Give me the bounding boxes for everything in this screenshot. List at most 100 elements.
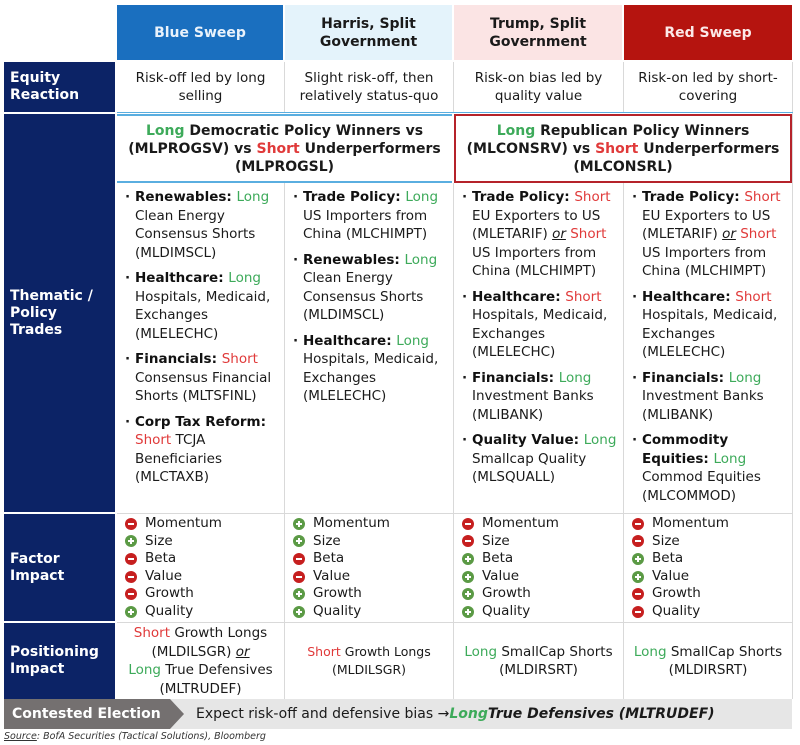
factor-item: Momentum xyxy=(125,515,284,533)
republican-policy-banner: Long Republican Policy Winners (MLCONSRV… xyxy=(454,114,792,183)
short-label: Short xyxy=(221,351,258,367)
bullet-text: Hospitals, Medicaid, Exchanges (MLELECHC… xyxy=(642,307,778,360)
short-label: Short xyxy=(574,189,611,205)
bullet-dot: · xyxy=(632,369,638,386)
short-label: Short xyxy=(135,432,172,448)
factor-name: Growth xyxy=(652,585,701,602)
or-label: or xyxy=(552,226,566,242)
bullet-colon: : xyxy=(718,369,729,386)
row-label-factor-impact: Factor Impact xyxy=(4,514,115,621)
bullet-dot: · xyxy=(462,369,468,386)
factor-item: Growth xyxy=(125,585,284,603)
equity-reaction-blue: Risk-off led by long selling xyxy=(135,69,266,105)
bullet-dot: · xyxy=(125,351,131,367)
bullet-dot: · xyxy=(462,288,468,305)
bullet-topic: Healthcare xyxy=(472,288,556,305)
thematic-bullet: · Healthcare: Short Hospitals, Medicaid, … xyxy=(462,288,619,362)
short-label: Short xyxy=(307,643,341,659)
bullet-text: Hospitals, Medicaid, Exchanges (MLELECHC… xyxy=(135,288,271,342)
factor-name: Quality xyxy=(145,602,194,619)
thematic-bullet: · Trade Policy: Short EU Exporters to US … xyxy=(462,188,619,281)
factor-name: Size xyxy=(145,532,173,549)
factor-item: Size xyxy=(125,533,284,551)
bullet-dot: · xyxy=(293,332,299,349)
bullet-colon: : xyxy=(218,270,229,286)
bullet-colon: : xyxy=(555,288,566,305)
divider xyxy=(117,513,793,514)
minus-circle-icon xyxy=(293,570,305,583)
bullet-text: Investment Banks (MLIBANK) xyxy=(642,388,764,423)
minus-circle-icon xyxy=(462,517,474,530)
factor-item: Size xyxy=(632,533,792,551)
bullet-text: US Importers from China (MLCHIMPT) xyxy=(472,244,597,280)
positioning-blue: Short Growth Longs (MLDILSGR) or Long Tr… xyxy=(117,623,284,699)
bullet-topic: Quality Value xyxy=(472,432,574,448)
long-label: Long xyxy=(633,643,667,660)
bullet-dot: · xyxy=(293,251,299,268)
plus-circle-icon xyxy=(462,570,474,583)
factor-item: Momentum xyxy=(293,515,453,533)
long-label: Long xyxy=(128,662,161,678)
bullet-topic: Financials xyxy=(642,369,719,386)
factor-name: Quality xyxy=(482,602,531,619)
short-label: Short xyxy=(740,226,777,242)
factor-name: Beta xyxy=(652,550,684,567)
bullet-dot: · xyxy=(462,189,468,205)
thematic-bullet: · Financials: Short Consensus Financial S… xyxy=(125,350,280,406)
factor-list-blue: Momentum Size Beta Value Growth Quality xyxy=(117,515,284,621)
bullet-topic: Healthcare xyxy=(135,270,219,286)
short-label: Short xyxy=(133,625,171,641)
thematic-bullet: · Financials: Long Investment Banks (MLIB… xyxy=(462,369,619,425)
bullet-text: US Importers from China (MLCHIMPT) xyxy=(642,244,767,280)
minus-circle-icon xyxy=(125,588,137,601)
long-label: Long xyxy=(558,369,592,386)
row-label-positioning-impact: Positioning Impact xyxy=(4,623,115,699)
short-label: Short xyxy=(744,189,781,205)
bullet-text: Commod Equities (MLCOMMOD) xyxy=(642,469,761,504)
thematic-bullet: · Corp Tax Reform: Short TCJA Beneficiari… xyxy=(125,413,280,487)
factor-name: Value xyxy=(482,567,520,584)
bullet-text: Investment Banks (MLIBANK) xyxy=(472,388,594,423)
factor-item: Value xyxy=(462,568,623,586)
positioning-text: SmallCap Shorts (MLDIRSRT) xyxy=(666,643,783,679)
bullet-colon: : xyxy=(725,288,736,305)
bullet-topic: Trade Policy xyxy=(642,189,735,205)
column-header-blue-sweep: Blue Sweep xyxy=(117,5,283,60)
thematic-bullet: · Healthcare: Short Hospitals, Medicaid, … xyxy=(632,288,788,362)
factor-name: Beta xyxy=(145,550,177,567)
factor-name: Size xyxy=(313,532,341,549)
positioning-red: Long SmallCap Shorts (MLDIRSRT) xyxy=(624,623,792,699)
minus-circle-icon xyxy=(125,517,137,530)
bullet-colon: : xyxy=(394,251,405,268)
row-label-text: Thematic / Policy Trades xyxy=(10,287,93,338)
bullet-colon: : xyxy=(211,351,222,367)
long-label: Long xyxy=(396,332,429,349)
long-label: Long xyxy=(449,706,488,722)
thematic-bullet: · Quality Value: Long Smallcap Quality (M… xyxy=(462,431,619,487)
bullet-topic: Trade Policy xyxy=(472,189,565,205)
long-label: Long xyxy=(496,122,536,139)
contested-election-text: Expect risk-off and defensive bias → Lon… xyxy=(196,699,715,729)
factor-item: Value xyxy=(632,568,792,586)
democratic-policy-banner: Long Democratic Policy Winners vs (MLPRO… xyxy=(117,114,452,183)
thematic-bullet: · Renewables: Long Clean Energy Consensus… xyxy=(125,188,280,262)
minus-circle-icon xyxy=(632,588,644,601)
plus-circle-icon xyxy=(462,605,474,618)
bullet-topic: Healthcare xyxy=(642,288,726,305)
factor-name: Momentum xyxy=(313,515,390,531)
plus-circle-icon xyxy=(125,605,137,618)
factor-name: Quality xyxy=(652,602,701,619)
plus-circle-icon xyxy=(293,535,305,548)
bullet-colon: : xyxy=(226,189,237,205)
factor-name: Quality xyxy=(313,602,362,619)
column-header-trump-split: Trump, Split Government xyxy=(454,5,622,60)
factor-item: Quality xyxy=(632,603,792,621)
plus-circle-icon xyxy=(293,517,305,530)
bullet-text: US Importers from China (MLCHIMPT) xyxy=(303,207,428,243)
or-label: or xyxy=(722,226,736,242)
minus-circle-icon xyxy=(125,552,137,565)
short-label: Short xyxy=(256,140,300,157)
thematic-bullet: · Trade Policy: Short EU Exporters to US … xyxy=(632,188,788,281)
factor-name: Size xyxy=(652,532,680,549)
equity-reaction-red: Risk-on led by short-covering xyxy=(638,69,778,105)
